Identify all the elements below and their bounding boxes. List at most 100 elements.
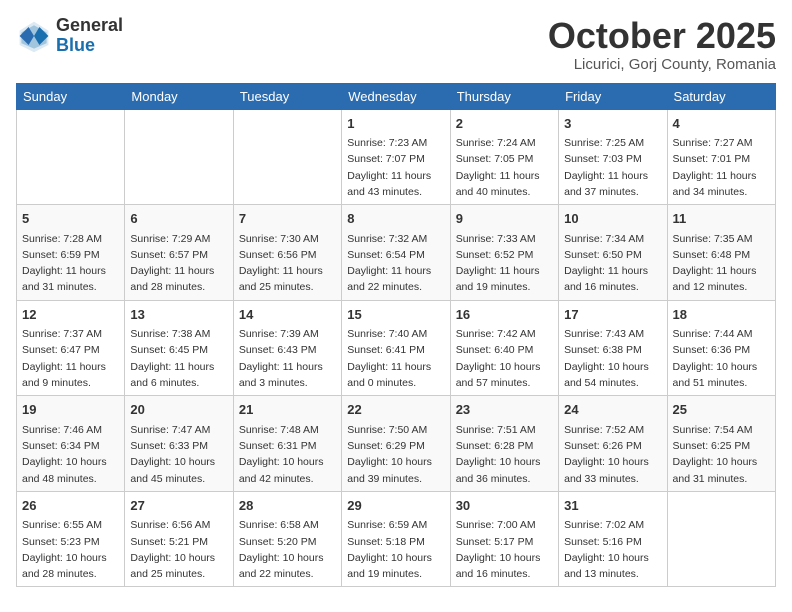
calendar-week-2: 5Sunrise: 7:28 AMSunset: 6:59 PMDaylight… [17,205,776,301]
calendar-week-1: 1Sunrise: 7:23 AMSunset: 7:07 PMDaylight… [17,109,776,205]
day-info: Sunrise: 7:23 AMSunset: 7:07 PMDaylight:… [347,135,444,200]
day-info: Sunrise: 6:59 AMSunset: 5:18 PMDaylight:… [347,517,444,582]
day-info: Sunrise: 7:34 AMSunset: 6:50 PMDaylight:… [564,231,661,296]
day-number: 21 [239,400,336,420]
calendar-cell: 15Sunrise: 7:40 AMSunset: 6:41 PMDayligh… [342,300,450,396]
day-info: Sunrise: 7:52 AMSunset: 6:26 PMDaylight:… [564,422,661,487]
calendar-cell: 14Sunrise: 7:39 AMSunset: 6:43 PMDayligh… [233,300,341,396]
day-info: Sunrise: 6:56 AMSunset: 5:21 PMDaylight:… [130,517,227,582]
calendar-cell [667,491,775,587]
day-number: 2 [456,114,553,134]
day-number: 14 [239,305,336,325]
day-number: 28 [239,496,336,516]
calendar-cell [233,109,341,205]
day-number: 24 [564,400,661,420]
logo-text: General Blue [56,16,123,56]
day-number: 13 [130,305,227,325]
title-block: October 2025 Licurici, Gorj County, Roma… [548,16,776,73]
location-text: Licurici, Gorj County, Romania [548,56,776,73]
column-header-friday: Friday [559,83,667,109]
calendar-table: SundayMondayTuesdayWednesdayThursdayFrid… [16,83,776,588]
day-number: 29 [347,496,444,516]
calendar-cell: 17Sunrise: 7:43 AMSunset: 6:38 PMDayligh… [559,300,667,396]
calendar-cell: 30Sunrise: 7:00 AMSunset: 5:17 PMDayligh… [450,491,558,587]
logo-icon [16,18,52,54]
day-info: Sunrise: 7:47 AMSunset: 6:33 PMDaylight:… [130,422,227,487]
day-info: Sunrise: 7:33 AMSunset: 6:52 PMDaylight:… [456,231,553,296]
calendar-cell: 31Sunrise: 7:02 AMSunset: 5:16 PMDayligh… [559,491,667,587]
day-info: Sunrise: 7:25 AMSunset: 7:03 PMDaylight:… [564,135,661,200]
day-info: Sunrise: 7:30 AMSunset: 6:56 PMDaylight:… [239,231,336,296]
day-info: Sunrise: 7:44 AMSunset: 6:36 PMDaylight:… [673,326,770,391]
day-info: Sunrise: 6:58 AMSunset: 5:20 PMDaylight:… [239,517,336,582]
day-number: 4 [673,114,770,134]
month-title: October 2025 [548,16,776,56]
day-number: 17 [564,305,661,325]
logo-general-text: General [56,16,123,36]
calendar-cell: 10Sunrise: 7:34 AMSunset: 6:50 PMDayligh… [559,205,667,301]
logo: General Blue [16,16,123,56]
calendar-cell [17,109,125,205]
calendar-cell: 2Sunrise: 7:24 AMSunset: 7:05 PMDaylight… [450,109,558,205]
calendar-cell: 21Sunrise: 7:48 AMSunset: 6:31 PMDayligh… [233,396,341,492]
day-info: Sunrise: 7:43 AMSunset: 6:38 PMDaylight:… [564,326,661,391]
column-header-sunday: Sunday [17,83,125,109]
calendar-cell: 16Sunrise: 7:42 AMSunset: 6:40 PMDayligh… [450,300,558,396]
calendar-cell: 12Sunrise: 7:37 AMSunset: 6:47 PMDayligh… [17,300,125,396]
day-info: Sunrise: 7:48 AMSunset: 6:31 PMDaylight:… [239,422,336,487]
day-info: Sunrise: 7:37 AMSunset: 6:47 PMDaylight:… [22,326,119,391]
page-header: General Blue October 2025 Licurici, Gorj… [16,16,776,73]
calendar-cell: 4Sunrise: 7:27 AMSunset: 7:01 PMDaylight… [667,109,775,205]
day-number: 25 [673,400,770,420]
calendar-cell: 13Sunrise: 7:38 AMSunset: 6:45 PMDayligh… [125,300,233,396]
calendar-cell: 25Sunrise: 7:54 AMSunset: 6:25 PMDayligh… [667,396,775,492]
calendar-cell [125,109,233,205]
day-info: Sunrise: 7:51 AMSunset: 6:28 PMDaylight:… [456,422,553,487]
calendar-cell: 8Sunrise: 7:32 AMSunset: 6:54 PMDaylight… [342,205,450,301]
day-info: Sunrise: 7:29 AMSunset: 6:57 PMDaylight:… [130,231,227,296]
column-header-tuesday: Tuesday [233,83,341,109]
day-number: 19 [22,400,119,420]
calendar-cell: 9Sunrise: 7:33 AMSunset: 6:52 PMDaylight… [450,205,558,301]
day-info: Sunrise: 7:40 AMSunset: 6:41 PMDaylight:… [347,326,444,391]
column-header-saturday: Saturday [667,83,775,109]
day-number: 16 [456,305,553,325]
day-number: 5 [22,209,119,229]
day-info: Sunrise: 7:54 AMSunset: 6:25 PMDaylight:… [673,422,770,487]
day-info: Sunrise: 6:55 AMSunset: 5:23 PMDaylight:… [22,517,119,582]
calendar-header-row: SundayMondayTuesdayWednesdayThursdayFrid… [17,83,776,109]
day-info: Sunrise: 7:46 AMSunset: 6:34 PMDaylight:… [22,422,119,487]
calendar-cell: 19Sunrise: 7:46 AMSunset: 6:34 PMDayligh… [17,396,125,492]
calendar-cell: 24Sunrise: 7:52 AMSunset: 6:26 PMDayligh… [559,396,667,492]
day-info: Sunrise: 7:42 AMSunset: 6:40 PMDaylight:… [456,326,553,391]
day-number: 22 [347,400,444,420]
day-info: Sunrise: 7:00 AMSunset: 5:17 PMDaylight:… [456,517,553,582]
day-number: 1 [347,114,444,134]
calendar-cell: 22Sunrise: 7:50 AMSunset: 6:29 PMDayligh… [342,396,450,492]
day-number: 9 [456,209,553,229]
calendar-cell: 1Sunrise: 7:23 AMSunset: 7:07 PMDaylight… [342,109,450,205]
day-number: 27 [130,496,227,516]
day-number: 18 [673,305,770,325]
day-number: 11 [673,209,770,229]
day-number: 12 [22,305,119,325]
day-number: 8 [347,209,444,229]
day-info: Sunrise: 7:50 AMSunset: 6:29 PMDaylight:… [347,422,444,487]
calendar-cell: 11Sunrise: 7:35 AMSunset: 6:48 PMDayligh… [667,205,775,301]
day-info: Sunrise: 7:35 AMSunset: 6:48 PMDaylight:… [673,231,770,296]
day-info: Sunrise: 7:38 AMSunset: 6:45 PMDaylight:… [130,326,227,391]
calendar-cell: 5Sunrise: 7:28 AMSunset: 6:59 PMDaylight… [17,205,125,301]
calendar-week-3: 12Sunrise: 7:37 AMSunset: 6:47 PMDayligh… [17,300,776,396]
day-info: Sunrise: 7:28 AMSunset: 6:59 PMDaylight:… [22,231,119,296]
calendar-cell: 29Sunrise: 6:59 AMSunset: 5:18 PMDayligh… [342,491,450,587]
day-info: Sunrise: 7:32 AMSunset: 6:54 PMDaylight:… [347,231,444,296]
calendar-cell: 18Sunrise: 7:44 AMSunset: 6:36 PMDayligh… [667,300,775,396]
day-number: 15 [347,305,444,325]
day-info: Sunrise: 7:02 AMSunset: 5:16 PMDaylight:… [564,517,661,582]
column-header-wednesday: Wednesday [342,83,450,109]
calendar-cell: 3Sunrise: 7:25 AMSunset: 7:03 PMDaylight… [559,109,667,205]
calendar-week-5: 26Sunrise: 6:55 AMSunset: 5:23 PMDayligh… [17,491,776,587]
calendar-week-4: 19Sunrise: 7:46 AMSunset: 6:34 PMDayligh… [17,396,776,492]
calendar-cell: 27Sunrise: 6:56 AMSunset: 5:21 PMDayligh… [125,491,233,587]
logo-blue-text: Blue [56,36,123,56]
